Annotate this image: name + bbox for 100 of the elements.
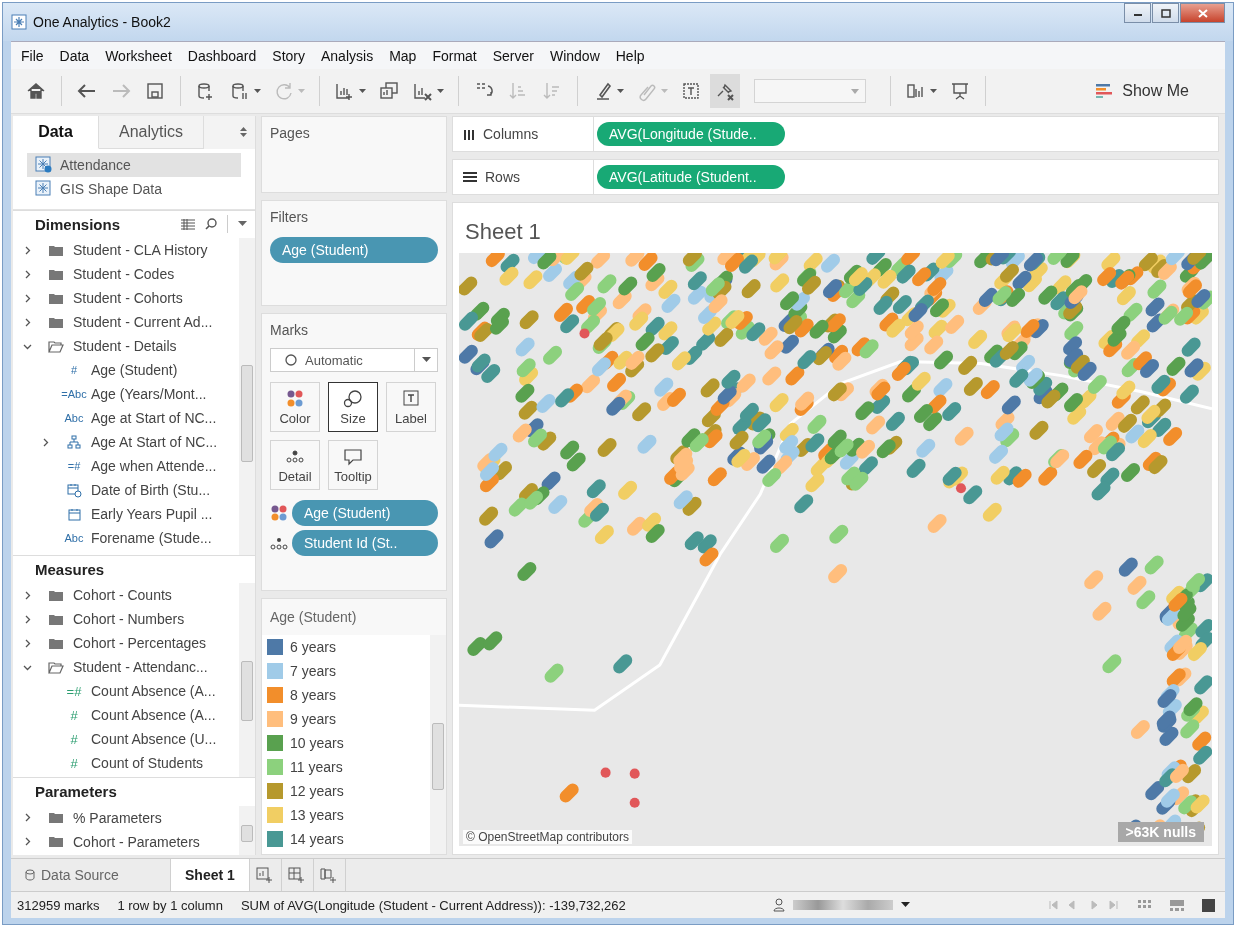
- tree-item[interactable]: Age at Start of NC...: [91, 410, 217, 427]
- expand-chevron-icon[interactable]: [23, 293, 32, 303]
- tree-item[interactable]: Student - Attendanc...: [73, 659, 208, 676]
- caret-icon: [661, 88, 668, 94]
- open-folder-icon: [48, 660, 64, 674]
- tab-menu-icon[interactable]: [240, 127, 247, 138]
- marks-card-button[interactable]: Tooltip: [328, 440, 378, 490]
- scrollbar[interactable]: [239, 583, 255, 777]
- marks-card-button[interactable]: Label: [386, 382, 436, 432]
- data-source-label: GIS Shape Data: [60, 180, 162, 197]
- folder-icon: [48, 243, 64, 257]
- caret-icon: [359, 88, 366, 94]
- expand-chevron-icon[interactable]: [23, 837, 32, 847]
- expand-chevron-icon[interactable]: [23, 269, 32, 279]
- data-source-item[interactable]: Attendance: [27, 152, 241, 177]
- expand-chevron-icon[interactable]: [23, 245, 32, 255]
- caret-icon: [254, 88, 261, 94]
- size-icon: [342, 388, 364, 409]
- menu-item[interactable]: File: [13, 47, 52, 64]
- tree-item[interactable]: Age (Years/Mont...: [91, 386, 207, 403]
- mark-type-dropdown[interactable]: Automatic: [270, 348, 438, 372]
- maximize-button[interactable]: [1152, 3, 1179, 23]
- database-icon: [25, 869, 35, 881]
- expand-chevron-icon[interactable]: [23, 614, 32, 624]
- tree-item[interactable]: Date of Birth (Stu...: [91, 482, 211, 499]
- tree-item[interactable]: Count Absence (U...: [91, 731, 217, 748]
- tree-item[interactable]: Cohort - Parameters: [73, 833, 200, 850]
- expand-chevron-icon[interactable]: [23, 590, 32, 600]
- field-type-icon: =Abc: [61, 388, 87, 401]
- expand-chevron-icon[interactable]: [41, 437, 50, 447]
- legend-label: 6 years: [290, 639, 336, 655]
- menu-item[interactable]: Dashboard: [179, 47, 265, 64]
- expand-chevron-icon[interactable]: [23, 638, 32, 648]
- data-source-item[interactable]: GIS Shape Data: [27, 176, 241, 201]
- tree-item[interactable]: Cohort - Counts: [73, 587, 172, 604]
- tree-item[interactable]: Forename (Stude...: [91, 530, 212, 547]
- folder-icon: [48, 267, 64, 281]
- menu-item[interactable]: Window: [541, 47, 608, 64]
- home-icon: [25, 80, 47, 102]
- hierarchy-icon: [67, 435, 81, 450]
- search-icon[interactable]: [205, 218, 217, 231]
- legend-label: 11 years: [290, 759, 343, 775]
- menu-item[interactable]: Format: [424, 47, 485, 64]
- expand-chevron-icon[interactable]: [23, 317, 32, 327]
- marks-card-button[interactable]: Size: [328, 382, 378, 432]
- folder-icon: [48, 612, 64, 626]
- section-title: Dimensions: [35, 215, 121, 233]
- close-button[interactable]: [1180, 3, 1225, 23]
- menu-item[interactable]: Analysis: [313, 47, 382, 64]
- tree-item[interactable]: Age when Attende...: [91, 458, 217, 475]
- tree-item[interactable]: Student - Codes: [73, 266, 175, 283]
- minimize-button[interactable]: [1124, 3, 1151, 23]
- tree-item[interactable]: Cohort - Numbers: [73, 611, 185, 628]
- menu-item[interactable]: Story: [264, 47, 313, 64]
- maximize-icon: [1160, 8, 1171, 18]
- tree-item[interactable]: Count of Students: [91, 755, 204, 772]
- window-title: One Analytics - Book2: [33, 14, 171, 30]
- map-attribution: © OpenStreetMap contributors: [463, 830, 632, 844]
- menu-item[interactable]: Map: [381, 47, 425, 64]
- show-me-button[interactable]: Show Me: [1090, 81, 1195, 101]
- pin-button[interactable]: [710, 74, 740, 108]
- tree-item[interactable]: Student - CLA History: [73, 242, 208, 259]
- marks-card-button[interactable]: Detail: [270, 440, 320, 490]
- tree-item[interactable]: Student - Details: [73, 338, 177, 355]
- scrollbar[interactable]: [239, 238, 255, 555]
- folder-icon: [48, 811, 64, 825]
- list-view-icon[interactable]: [181, 218, 195, 230]
- menu-item[interactable]: Server: [484, 47, 542, 64]
- sheet-tab[interactable]: Sheet 1: [171, 859, 250, 891]
- side-tab[interactable]: Analytics: [99, 116, 205, 149]
- tree-item[interactable]: % Parameters: [73, 809, 162, 826]
- expand-chevron-icon[interactable]: [23, 813, 32, 823]
- dropdown-caret-icon[interactable]: [238, 221, 247, 228]
- tree-item[interactable]: Age (Student): [91, 362, 178, 379]
- menu-item[interactable]: Worksheet: [97, 47, 180, 64]
- side-tab[interactable]: Data: [13, 116, 99, 149]
- scrollbar[interactable]: [430, 635, 446, 854]
- tree-item[interactable]: Count Absence (A...: [91, 707, 216, 724]
- close-icon: [1197, 8, 1208, 18]
- menu-item[interactable]: Data: [51, 47, 98, 64]
- folder-icon: [48, 291, 64, 305]
- shelf-label: Columns: [483, 126, 539, 142]
- caret-icon[interactable]: [901, 902, 910, 908]
- legend-label: 7 years: [290, 663, 336, 679]
- tab-view-icon[interactable]: [1202, 898, 1215, 912]
- menu-item[interactable]: Help: [607, 47, 653, 64]
- marks-card-button[interactable]: Color: [270, 382, 320, 432]
- grid-view-icon[interactable]: [1138, 899, 1152, 911]
- scrollbar[interactable]: [239, 805, 255, 855]
- filmstrip-view-icon[interactable]: [1170, 899, 1184, 911]
- tree-item[interactable]: Age At Start of NC...: [91, 434, 218, 451]
- legend-label: 13 years: [290, 807, 344, 823]
- tree-item[interactable]: Student - Current Ad...: [73, 314, 213, 331]
- user-icon[interactable]: [773, 898, 785, 912]
- tree-item[interactable]: Early Years Pupil ...: [91, 506, 213, 523]
- tree-item[interactable]: Student - Cohorts: [73, 290, 183, 307]
- tree-item[interactable]: Count Absence (A...: [91, 683, 216, 700]
- legend-label: 8 years: [290, 687, 336, 703]
- tree-item[interactable]: Cohort - Percentages: [73, 635, 207, 652]
- app-logo-icon: [11, 14, 27, 30]
